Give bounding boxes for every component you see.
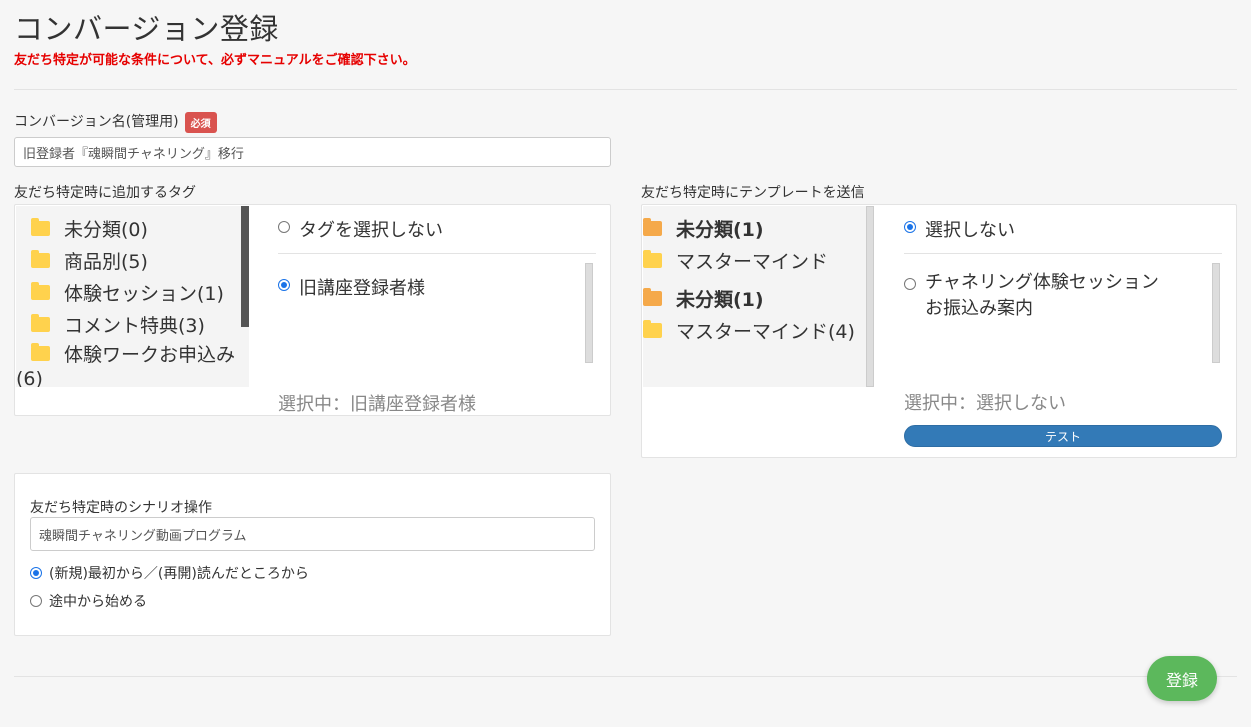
folder-icon xyxy=(31,249,50,268)
scenario-panel: 友だち特定時のシナリオ操作 魂瞬間チャネリング動画プログラム (新規)最初から／… xyxy=(14,473,611,636)
folder-icon xyxy=(643,249,662,268)
scenario-select[interactable]: 魂瞬間チャネリング動画プログラム xyxy=(30,517,595,551)
folder-open-icon xyxy=(643,217,662,236)
folder-open-icon xyxy=(643,287,662,306)
template-option-none[interactable]: 選択しない xyxy=(904,216,1015,242)
tag-folder-item[interactable]: 未分類(0) xyxy=(31,212,249,244)
radio-checked-icon[interactable] xyxy=(278,279,290,291)
folder-icon xyxy=(31,217,50,236)
tag-option-label: 旧講座登録者様 xyxy=(299,278,425,299)
tag-folder-label: 未分類(0) xyxy=(64,218,148,241)
tag-folder-item-wrap: (6) xyxy=(16,366,249,387)
tag-folder-tree: 未分類(0) 商品別(5) 体験セッション(1) コメント特典(3) 体験ワーク… xyxy=(16,206,249,387)
tag-folder-label: 商品別(5) xyxy=(64,250,148,273)
tag-tree-scrollbar[interactable] xyxy=(241,206,249,327)
tag-option[interactable]: 旧講座登録者様 xyxy=(278,274,425,300)
radio-checked-icon[interactable] xyxy=(30,567,42,579)
test-button[interactable]: テスト xyxy=(904,425,1222,447)
scenario-option-restart-label: (新規)最初から／(再開)読んだところから xyxy=(49,566,309,582)
folder-icon xyxy=(31,313,50,332)
tag-folder-label: 体験ワークお申込み xyxy=(64,343,236,366)
conversion-name-input[interactable]: 旧登録者『魂瞬間チャネリング』移行 xyxy=(14,137,611,167)
page-title: コンバージョン登録 xyxy=(14,12,279,46)
template-folder-item[interactable]: 未分類(1) xyxy=(643,282,874,314)
template-option-line1: チャネリング体験セッション xyxy=(925,272,1159,293)
tag-option-divider xyxy=(278,253,596,254)
folder-icon xyxy=(31,281,50,300)
template-folder-item[interactable]: マスターマインド(4) xyxy=(643,314,874,346)
radio-icon[interactable] xyxy=(30,595,42,607)
conversion-name-label: コンバージョン名(管理用) 必須 xyxy=(14,111,217,133)
tag-option-none[interactable]: タグを選択しない xyxy=(278,216,443,242)
template-option-divider xyxy=(904,253,1222,254)
template-folder-label: マスターマインド xyxy=(676,250,829,273)
conversion-name-label-text: コンバージョン名(管理用) xyxy=(14,114,179,130)
tag-folder-label: 体験セッション(1) xyxy=(64,282,224,305)
template-folder-item[interactable]: マスターマインド xyxy=(643,244,874,276)
tag-folder-item[interactable]: 商品別(5) xyxy=(31,244,249,276)
template-option-none-label: 選択しない xyxy=(925,220,1015,241)
tag-folder-label: コメント特典(3) xyxy=(64,314,205,337)
folder-icon xyxy=(643,319,662,338)
manual-warning: 友だち特定が可能な条件について、必ずマニュアルをご確認下さい。 xyxy=(14,53,416,68)
template-folder-label: 未分類(1) xyxy=(676,218,764,241)
template-tree-scrollbar[interactable] xyxy=(866,206,874,387)
tag-selected-text: 選択中：旧講座登録者様 xyxy=(278,394,476,415)
template-folder-item[interactable]: 未分類(1) xyxy=(643,212,874,244)
tag-folder-item[interactable]: 体験ワークお申込み xyxy=(31,340,249,366)
footer-divider xyxy=(14,676,1237,677)
template-section-label: 友だち特定時にテンプレートを送信 xyxy=(641,185,865,201)
template-options-scrollbar[interactable] xyxy=(1212,263,1220,363)
radio-checked-icon[interactable] xyxy=(904,221,916,233)
template-folder-label: 未分類(1) xyxy=(676,288,764,311)
template-option[interactable]: チャネリング体験セッション お振込み案内 xyxy=(904,270,1159,322)
tag-section-label: 友だち特定時に追加するタグ xyxy=(14,185,196,201)
folder-icon xyxy=(31,342,50,361)
scenario-option-middle[interactable]: 途中から始める xyxy=(30,591,147,611)
radio-icon[interactable] xyxy=(278,221,290,233)
tag-folder-item[interactable]: 体験セッション(1) xyxy=(31,276,249,308)
template-folder-tree: 未分類(1) マスターマインド 未分類(1) マスターマインド(4) xyxy=(643,206,874,387)
radio-icon[interactable] xyxy=(904,278,916,290)
tag-folder-label: (6) xyxy=(16,368,43,387)
template-folder-label: マスターマインド(4) xyxy=(676,320,855,343)
scenario-option-restart[interactable]: (新規)最初から／(再開)読んだところから xyxy=(30,563,309,583)
scenario-option-middle-label: 途中から始める xyxy=(49,594,147,610)
tag-panel: 未分類(0) 商品別(5) 体験セッション(1) コメント特典(3) 体験ワーク… xyxy=(14,204,611,416)
template-panel: 未分類(1) マスターマインド 未分類(1) マスターマインド(4) 選択しない… xyxy=(641,204,1237,458)
required-badge: 必須 xyxy=(184,111,217,133)
submit-button[interactable]: 登録 xyxy=(1147,656,1217,701)
tag-option-none-label: タグを選択しない xyxy=(299,220,443,241)
template-option-line2: お振込み案内 xyxy=(925,298,1033,319)
scenario-section-label: 友だち特定時のシナリオ操作 xyxy=(30,500,212,516)
template-selected-text: 選択中：選択しない xyxy=(904,393,1066,414)
tag-folder-item[interactable]: コメント特典(3) xyxy=(31,308,249,340)
header-divider xyxy=(14,89,1237,90)
template-option-label: チャネリング体験セッション お振込み案内 xyxy=(925,270,1159,322)
tag-options-scrollbar[interactable] xyxy=(585,263,593,363)
